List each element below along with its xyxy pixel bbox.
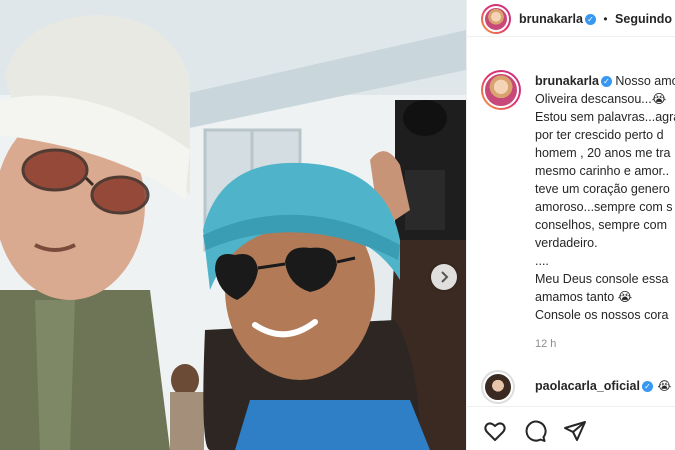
header-username[interactable]: brunakarla [519,12,583,26]
caption-line: conselhos, sempre com [535,218,668,232]
caption-line: Nosso amo [615,74,675,88]
following-button[interactable]: Seguindo [615,12,672,26]
chevron-right-icon [441,271,449,283]
post-caption: brunakarla ✓ Nosso amo Oliveira descansou… [535,72,675,324]
post-photo[interactable] [0,0,466,450]
caption-line: Estou sem palavras...agra [535,110,675,124]
heart-icon[interactable] [483,419,507,443]
caption-line: mesmo carinho e amor.. [535,164,670,178]
caption-line: amoroso...sempre com s [535,200,673,214]
post-header: brunakarla ✓ • Seguindo [467,0,675,37]
comment-username[interactable]: paolacarla_oficial [535,379,640,393]
caption-line: Meu Deus console essa [535,272,669,286]
carousel-next-button[interactable] [431,264,457,290]
caption-line: .... [535,254,549,268]
caption-line: Console os nossos cora [535,308,669,322]
share-icon[interactable] [563,419,587,443]
caption-line: Oliveira descansou...😭 [535,92,667,106]
caption-line: teve um coração genero [535,182,670,196]
comment-text: 😭 [657,379,672,393]
comment-icon[interactable] [523,419,547,443]
caption-line: por ter crescido perto d [535,128,664,142]
caption-line: amamos tanto 😭 [535,290,633,304]
avatar[interactable] [481,4,511,34]
caption-line: homem , 20 anos me tra [535,146,671,160]
caption-avatar[interactable] [481,70,521,110]
action-bar [467,406,675,450]
caption-line: verdadeiro. [535,236,598,250]
verified-badge-icon: ✓ [584,14,596,25]
comment-item: paolacarla_oficial ✓ 😭 [467,366,675,406]
caption-username[interactable]: brunakarla [535,74,599,88]
separator-dot: • [603,12,608,26]
post-timestamp[interactable]: 12 h [535,338,556,350]
comment-avatar[interactable] [481,370,515,404]
verified-badge-icon: ✓ [600,76,612,87]
verified-badge-icon: ✓ [641,381,653,392]
post-sidebar: brunakarla ✓ • Seguindo brunakarla ✓ Nosso… [466,0,675,450]
